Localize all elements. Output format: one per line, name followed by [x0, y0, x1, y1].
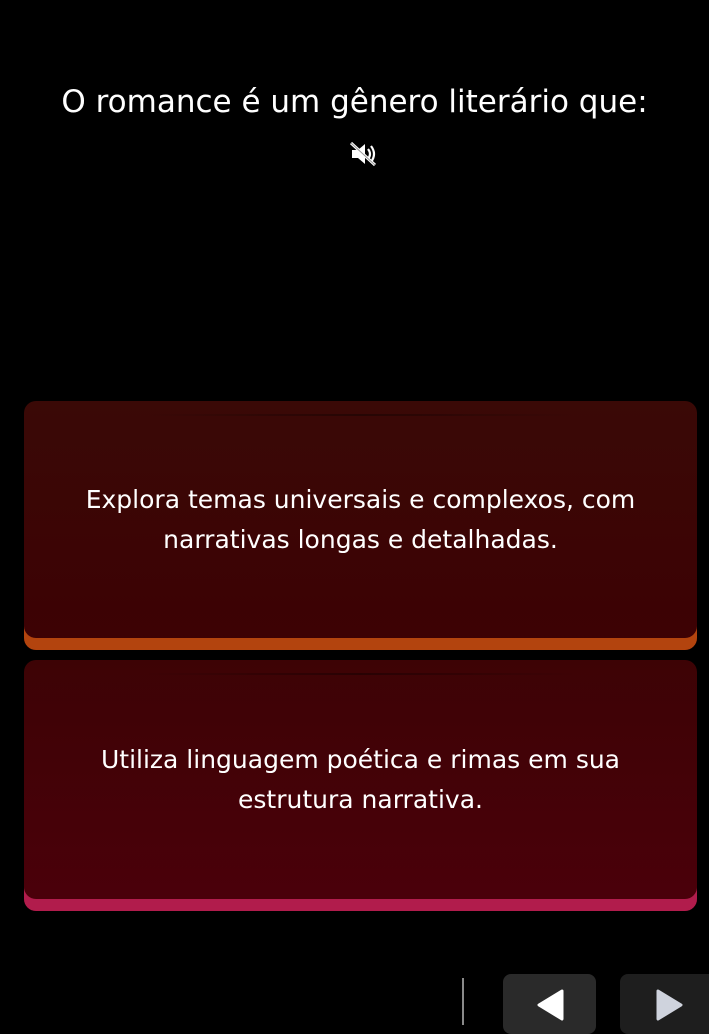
previous-button[interactable] — [503, 974, 596, 1034]
nav-divider — [462, 978, 464, 1025]
arrow-right-icon — [656, 989, 683, 1021]
arrow-left-icon — [537, 989, 564, 1021]
answer-option-1[interactable]: Explora temas universais e complexos, co… — [24, 401, 697, 650]
answer-option-label: Explora temas universais e complexos, co… — [85, 484, 636, 554]
answer-option-2[interactable]: Utiliza linguagem poética e rimas em sua… — [24, 660, 697, 911]
audio-button[interactable] — [349, 141, 379, 167]
next-button[interactable] — [620, 974, 709, 1034]
speaker-muted-icon — [349, 141, 376, 166]
question-label: O romance é um gênero literário que: — [61, 84, 648, 120]
question-text: O romance é um gênero literário que: — [40, 76, 669, 182]
option-highlight — [144, 673, 577, 675]
option-highlight — [144, 414, 577, 416]
answer-option-label: Utiliza linguagem poética e rimas em sua… — [100, 744, 621, 814]
